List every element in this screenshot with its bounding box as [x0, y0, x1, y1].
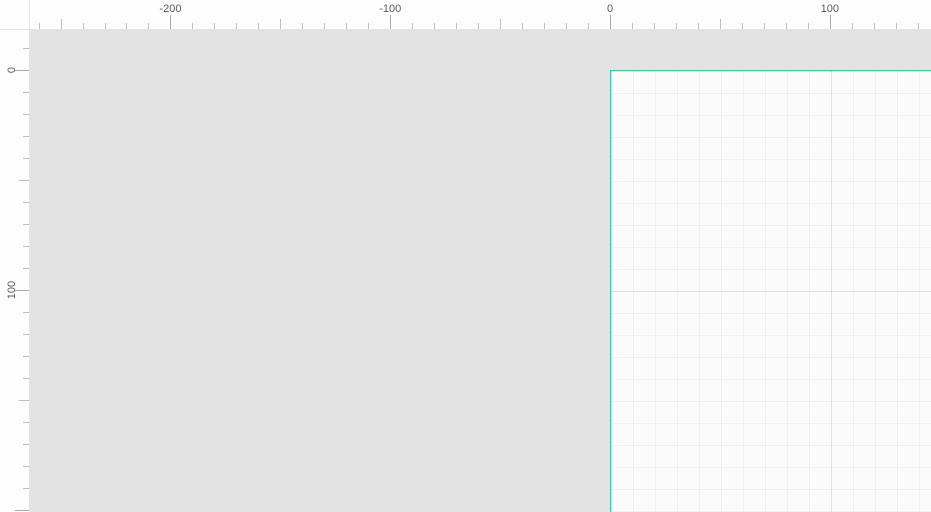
grid-line [611, 313, 931, 314]
canvas-area[interactable] [30, 30, 931, 512]
ruler-tick [808, 23, 809, 29]
ruler-tick [280, 19, 281, 29]
ruler-tick [522, 23, 523, 29]
ruler-tick [698, 23, 699, 29]
ruler-tick [23, 444, 29, 445]
ruler-tick [192, 23, 193, 29]
ruler-tick [346, 23, 347, 29]
ruler-tick [566, 23, 567, 29]
grid-line [611, 93, 931, 94]
grid-line [611, 137, 931, 138]
ruler-tick [23, 224, 29, 225]
ruler-tick [19, 180, 29, 181]
ruler-tick [23, 114, 29, 115]
ruler-tick [830, 15, 831, 29]
ruler-tick [214, 23, 215, 29]
ruler-tick [500, 19, 501, 29]
ruler-tick [15, 510, 29, 511]
grid-line [611, 489, 931, 490]
grid-line [611, 203, 931, 204]
ruler-tick [852, 23, 853, 29]
ruler-tick [478, 23, 479, 29]
ruler-tick [61, 19, 62, 29]
ruler-label: 100 [821, 3, 839, 15]
grid-line [611, 291, 931, 292]
ruler-tick [588, 23, 589, 29]
grid-line [611, 401, 931, 402]
grid-line [611, 71, 931, 72]
ruler-tick [632, 23, 633, 29]
ruler-tick [610, 15, 611, 29]
ruler-tick [874, 23, 875, 29]
ruler-tick [23, 466, 29, 467]
design-canvas-app: { "canvas": { "pasteboard_color": "#e3e3… [0, 0, 931, 512]
grid-line [611, 159, 931, 160]
grid-line [611, 379, 931, 380]
vertical-ruler[interactable]: 0 100 [0, 30, 30, 512]
grid-line [611, 225, 931, 226]
ruler-tick [23, 158, 29, 159]
ruler-tick [434, 23, 435, 29]
ruler-tick [170, 15, 171, 29]
ruler-tick [390, 15, 391, 29]
ruler-tick [83, 23, 84, 29]
ruler-tick [742, 23, 743, 29]
ruler-tick [23, 312, 29, 313]
ruler-tick [126, 23, 127, 29]
ruler-tick [258, 23, 259, 29]
ruler-tick [23, 246, 29, 247]
ruler-tick [19, 400, 29, 401]
grid-line [611, 511, 931, 512]
ruler-tick [105, 23, 106, 29]
ruler-tick [23, 422, 29, 423]
ruler-tick [23, 334, 29, 335]
ruler-label: 0 [607, 3, 613, 15]
horizontal-ruler[interactable]: -200 -100 0 100 [30, 0, 931, 30]
ruler-tick [23, 202, 29, 203]
ruler-tick [764, 23, 765, 29]
grid-line [611, 335, 931, 336]
ruler-tick [39, 23, 40, 29]
grid-line [611, 181, 931, 182]
ruler-tick [918, 23, 919, 29]
ruler-tick [896, 23, 897, 29]
ruler-tick [368, 23, 369, 29]
grid-line [611, 357, 931, 358]
ruler-label: -200 [159, 3, 181, 15]
grid-line [611, 115, 931, 116]
ruler-tick [412, 23, 413, 29]
ruler-tick [148, 23, 149, 29]
ruler-tick [23, 136, 29, 137]
ruler-tick [324, 23, 325, 29]
ruler-tick [23, 92, 29, 93]
ruler-tick [23, 378, 29, 379]
ruler-tick [544, 23, 545, 29]
grid-line [611, 247, 931, 248]
ruler-tick [23, 48, 29, 49]
ruler-tick [654, 23, 655, 29]
grid-line [611, 269, 931, 270]
ruler-label: -100 [379, 3, 401, 15]
ruler-label: 0 [6, 60, 18, 80]
document-page[interactable] [610, 70, 931, 512]
ruler-tick [456, 23, 457, 29]
ruler-tick [23, 488, 29, 489]
ruler-tick [236, 23, 237, 29]
ruler-tick [302, 23, 303, 29]
ruler-label: 100 [6, 280, 18, 300]
ruler-corner [0, 0, 30, 30]
ruler-tick [786, 23, 787, 29]
grid-line [611, 423, 931, 424]
grid-line [611, 467, 931, 468]
ruler-tick [23, 268, 29, 269]
ruler-tick [720, 19, 721, 29]
grid-line [611, 445, 931, 446]
ruler-tick [676, 23, 677, 29]
ruler-tick [23, 356, 29, 357]
